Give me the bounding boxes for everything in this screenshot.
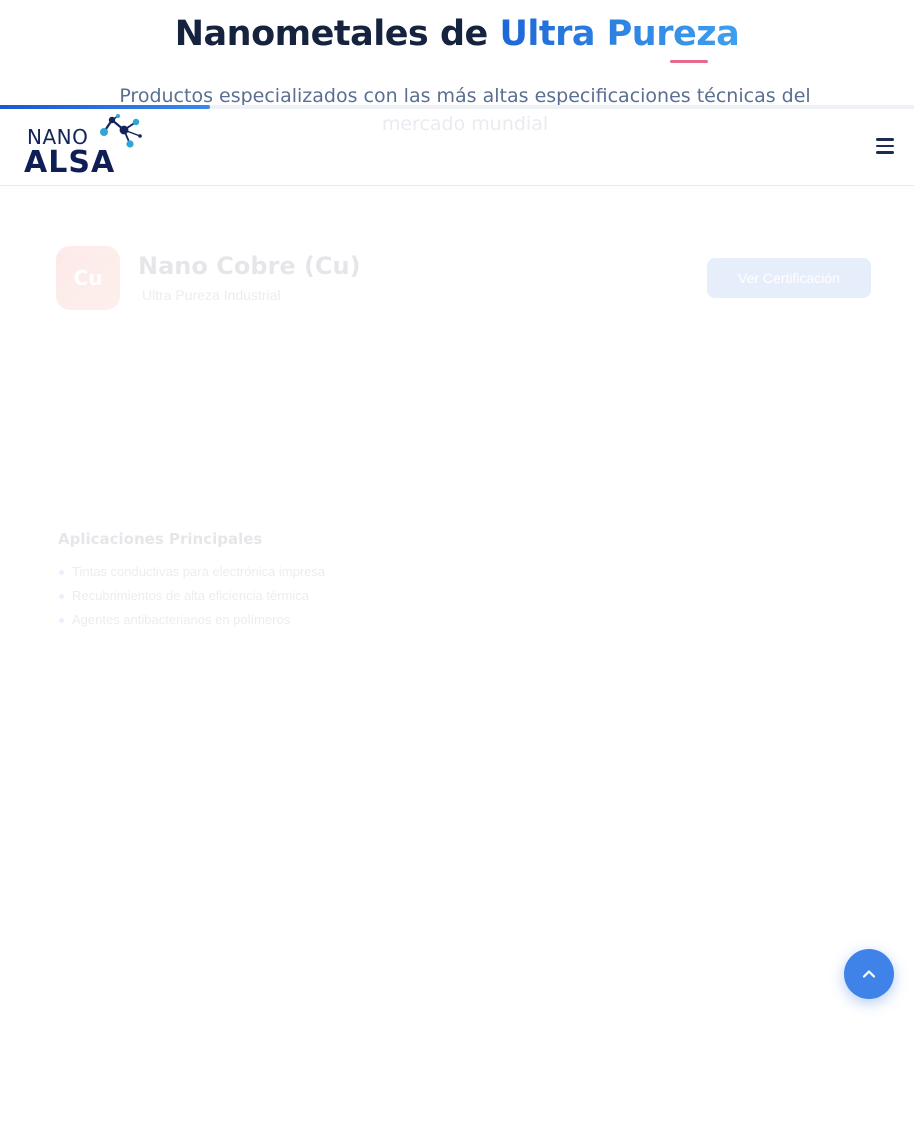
chevron-up-icon: [862, 970, 876, 978]
product-tag: Ultra Pureza Industrial: [142, 287, 281, 303]
highlight-underline: [670, 60, 708, 63]
nano-alsa-logo[interactable]: NANO ALSA: [24, 114, 144, 182]
molecule-icon: [100, 114, 142, 148]
product-element-icon: Cu: [56, 246, 120, 310]
list-item: Agentes antibacterianos en polímeros: [58, 612, 325, 636]
site-header: NANO ALSA: [0, 109, 914, 186]
hero-title: Nanometales de Ultra Pureza: [0, 14, 914, 54]
back-to-top-button[interactable]: [844, 949, 894, 999]
certificate-button[interactable]: Ver Certificación: [707, 258, 871, 298]
applications-list: Tintas conductivas para electrónica impr…: [58, 564, 325, 636]
list-item: Tintas conductivas para electrónica impr…: [58, 564, 325, 588]
hero-title-highlight: Ultra Pureza: [499, 14, 740, 54]
list-item: Recubrimientos de alta eficiencia térmic…: [58, 588, 325, 612]
menu-bar: [876, 151, 894, 154]
bars-icon[interactable]: [876, 138, 894, 154]
product-name: Nano Cobre (Cu): [138, 252, 361, 280]
menu-bar: [876, 138, 894, 141]
menu-bar: [876, 144, 894, 147]
hero-title-text: Nanometales de: [174, 14, 500, 54]
applications-title: Aplicaciones Principales: [58, 530, 263, 548]
applications-section: Aplicaciones Principales Tintas conducti…: [58, 530, 325, 636]
